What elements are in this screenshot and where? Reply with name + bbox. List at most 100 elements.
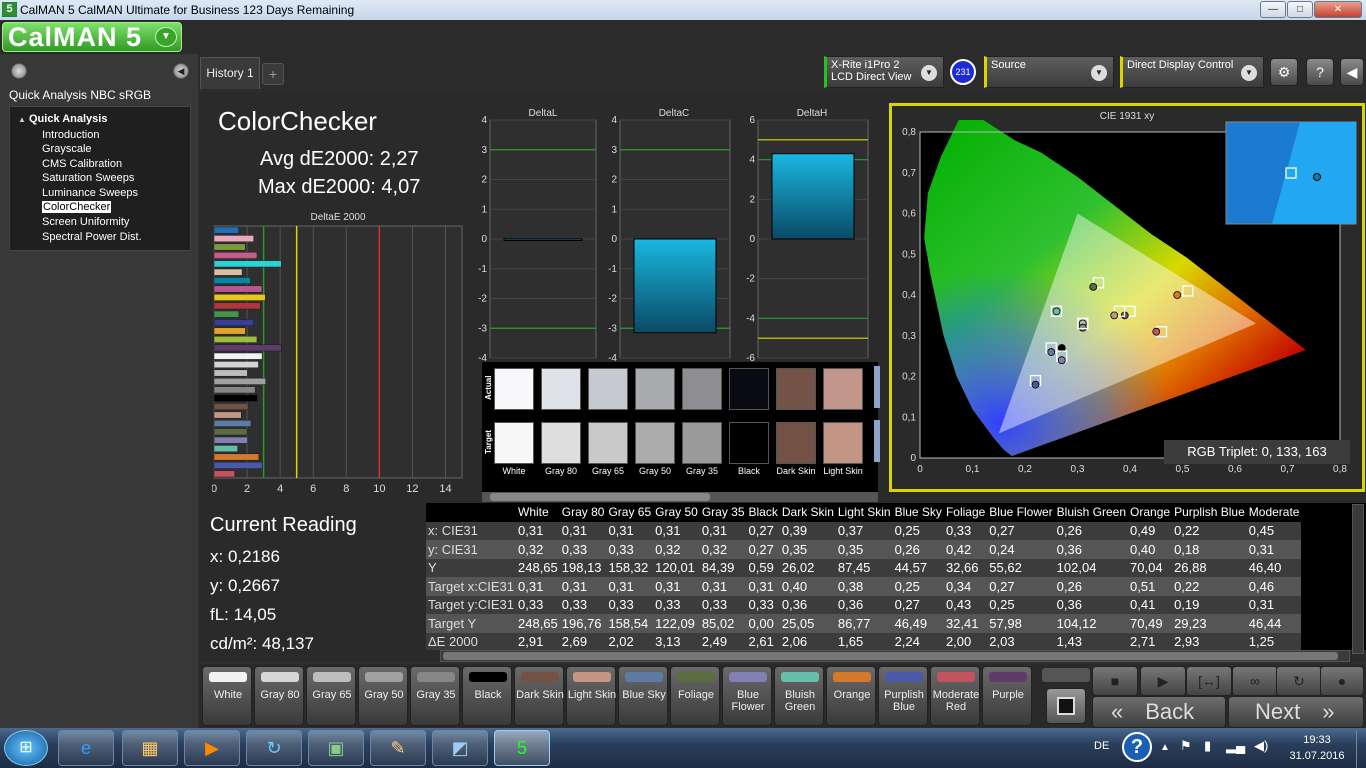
nav-item-grayscale[interactable]: Grayscale — [42, 143, 92, 155]
deltae-bar — [213, 243, 246, 251]
patch-button[interactable]: Black — [462, 666, 512, 726]
sidebar-pin-icon[interactable] — [11, 63, 27, 79]
table-scrollbar[interactable] — [440, 650, 1350, 662]
help-tray-icon[interactable]: ? — [1122, 732, 1152, 762]
swatch-overflow — [874, 420, 880, 462]
table-cell: 102,04 — [1054, 558, 1129, 577]
play-button[interactable]: ▶ — [1140, 666, 1186, 696]
deltae-bar — [213, 377, 266, 385]
language-indicator[interactable]: DE — [1094, 740, 1109, 752]
minimize-button[interactable]: — — [1260, 1, 1286, 18]
deltae-bar — [213, 428, 248, 436]
tab-history-1[interactable]: History 1 — [200, 57, 260, 89]
patch-button[interactable]: Blue Flower — [722, 666, 772, 726]
patch-button[interactable]: Gray 80 — [254, 666, 304, 726]
panel-collapse-icon[interactable]: ◀ — [1340, 58, 1364, 86]
table-cell: 0,42 — [943, 540, 988, 559]
actual-swatch — [729, 368, 769, 410]
scroll-up-icon[interactable] — [1042, 668, 1090, 682]
nav-item-luminance-sweeps[interactable]: Luminance Sweeps — [42, 187, 138, 199]
stop-button[interactable]: ■ — [1092, 666, 1138, 696]
patch-button[interactable]: Gray 65 — [306, 666, 356, 726]
cie-chart-panel: CIE 1931 xy 0 0,1 0,2 0,3 0,4 0,5 0,6 0,7 0,8 0,8… — [889, 103, 1365, 492]
monitor-app-icon[interactable]: ▣ — [308, 730, 364, 766]
nav-item-spectral-power[interactable]: Spectral Power Dist. — [42, 231, 142, 243]
y-tick-label: -3 — [608, 323, 617, 334]
meter-badge[interactable]: 231 — [950, 59, 976, 85]
volume-tray-icon[interactable]: ◀) — [1254, 738, 1268, 754]
network-tray-icon[interactable]: ▂▄ — [1226, 738, 1245, 754]
cie-1931-diagram: 0 0,1 0,2 0,3 0,4 0,5 0,6 0,7 0,8 0,8 0,7 0,6 0,5 0,4… — [902, 120, 1357, 475]
internet-explorer-icon[interactable]: e — [58, 730, 114, 766]
sidebar-collapse-icon[interactable]: ◀ — [173, 63, 189, 79]
tray-expand-icon[interactable]: ▲ — [1160, 742, 1170, 753]
patch-button[interactable]: Moderate Red — [930, 666, 980, 726]
patch-button[interactable]: Light Skin — [566, 666, 616, 726]
back-button[interactable]: « Back — [1092, 696, 1226, 728]
column-header — [426, 503, 516, 522]
meter-dropdown[interactable]: X-Rite i1Pro 2 LCD Direct View ▼ — [824, 56, 944, 88]
notes-icon[interactable]: ◩ — [432, 730, 488, 766]
show-desktop-button[interactable] — [1356, 730, 1366, 768]
swatch-scrollbar[interactable] — [482, 492, 878, 502]
media-player-icon[interactable]: ▶ — [184, 730, 240, 766]
patch-button[interactable]: Dark Skin — [514, 666, 564, 726]
patch-color — [833, 672, 871, 682]
nav-item-screen-uniformity[interactable]: Screen Uniformity — [42, 216, 129, 228]
source-dropdown[interactable]: Source ▼ — [984, 56, 1114, 88]
patch-color — [365, 672, 403, 682]
scrollbar-thumb[interactable] — [490, 493, 710, 501]
y-tick-label: 0,8 — [902, 127, 916, 138]
record-button[interactable]: ● — [1320, 666, 1364, 696]
patch-label: Gray 50 — [364, 689, 404, 701]
table-cell: 0,18 — [1172, 540, 1247, 559]
battery-tray-icon[interactable]: ▮ — [1204, 738, 1211, 754]
nav-item-cms-calibration[interactable]: CMS Calibration — [42, 158, 122, 170]
paint-icon[interactable]: ✎ — [370, 730, 426, 766]
patch-button[interactable]: Gray 35 — [410, 666, 460, 726]
clock-date[interactable]: 31.07.2016 — [1284, 750, 1350, 762]
patch-button[interactable]: Orange — [826, 666, 876, 726]
target-swatch — [729, 422, 769, 464]
patch-label: Dark Skin — [516, 689, 564, 701]
patch-button[interactable]: Purplish Blue — [878, 666, 928, 726]
start-button[interactable]: ⊞ — [4, 730, 48, 766]
target-swatch — [588, 422, 628, 464]
app-taskbar-icon[interactable]: ↻ — [246, 730, 302, 766]
display-control-label: Direct Display Control — [1127, 59, 1234, 71]
patch-button[interactable]: Blue Sky — [618, 666, 668, 726]
patch-button[interactable]: Gray 50 — [358, 666, 408, 726]
table-cell: 2,69 — [559, 632, 607, 650]
patch-button[interactable]: White — [202, 666, 252, 726]
fit-button[interactable]: [↔] — [1186, 666, 1232, 696]
close-button[interactable]: ✕ — [1314, 1, 1362, 18]
loop-button[interactable]: ∞ — [1232, 666, 1278, 696]
logo-menu-chevron-icon[interactable]: ▼ — [155, 27, 177, 47]
scrollbar-thumb[interactable] — [443, 652, 1338, 660]
nav-item-saturation-sweeps[interactable]: Saturation Sweeps — [42, 172, 134, 184]
column-header: Moderate — [1248, 505, 1300, 520]
clock-time[interactable]: 19:33 — [1290, 734, 1344, 746]
display-control-dropdown[interactable]: Direct Display Control ▼ — [1120, 56, 1264, 88]
maximize-button[interactable]: □ — [1287, 1, 1313, 18]
table-vertical-scrollbar[interactable] — [1352, 504, 1364, 654]
file-explorer-icon[interactable]: ▦ — [122, 730, 178, 766]
patch-button[interactable]: Purple — [982, 666, 1032, 726]
patch-button[interactable]: Bluish Green — [774, 666, 824, 726]
refresh-button[interactable]: ↻ — [1276, 666, 1322, 696]
settings-gear-icon[interactable]: ⚙ — [1270, 58, 1298, 86]
flag-tray-icon[interactable]: ⚑ — [1180, 738, 1192, 754]
next-button[interactable]: Next » — [1228, 696, 1364, 728]
patch-button[interactable]: Foliage — [670, 666, 720, 726]
tree-expand-icon[interactable]: ▲ — [18, 115, 26, 124]
nav-item-colorchecker[interactable]: ColorChecker — [42, 201, 112, 213]
actual-marker — [1173, 291, 1182, 299]
tree-root-quick-analysis[interactable]: Quick Analysis — [29, 113, 107, 125]
nav-item-introduction[interactable]: Introduction — [42, 129, 99, 141]
calman-taskbar-icon[interactable]: 5 — [494, 730, 550, 766]
x-tick-label: 0 — [917, 464, 923, 475]
table-cell: 120,01 — [653, 558, 700, 577]
help-icon[interactable]: ? — [1306, 58, 1334, 86]
add-tab-button[interactable]: + — [262, 63, 284, 85]
stop-icon[interactable] — [1046, 688, 1086, 724]
